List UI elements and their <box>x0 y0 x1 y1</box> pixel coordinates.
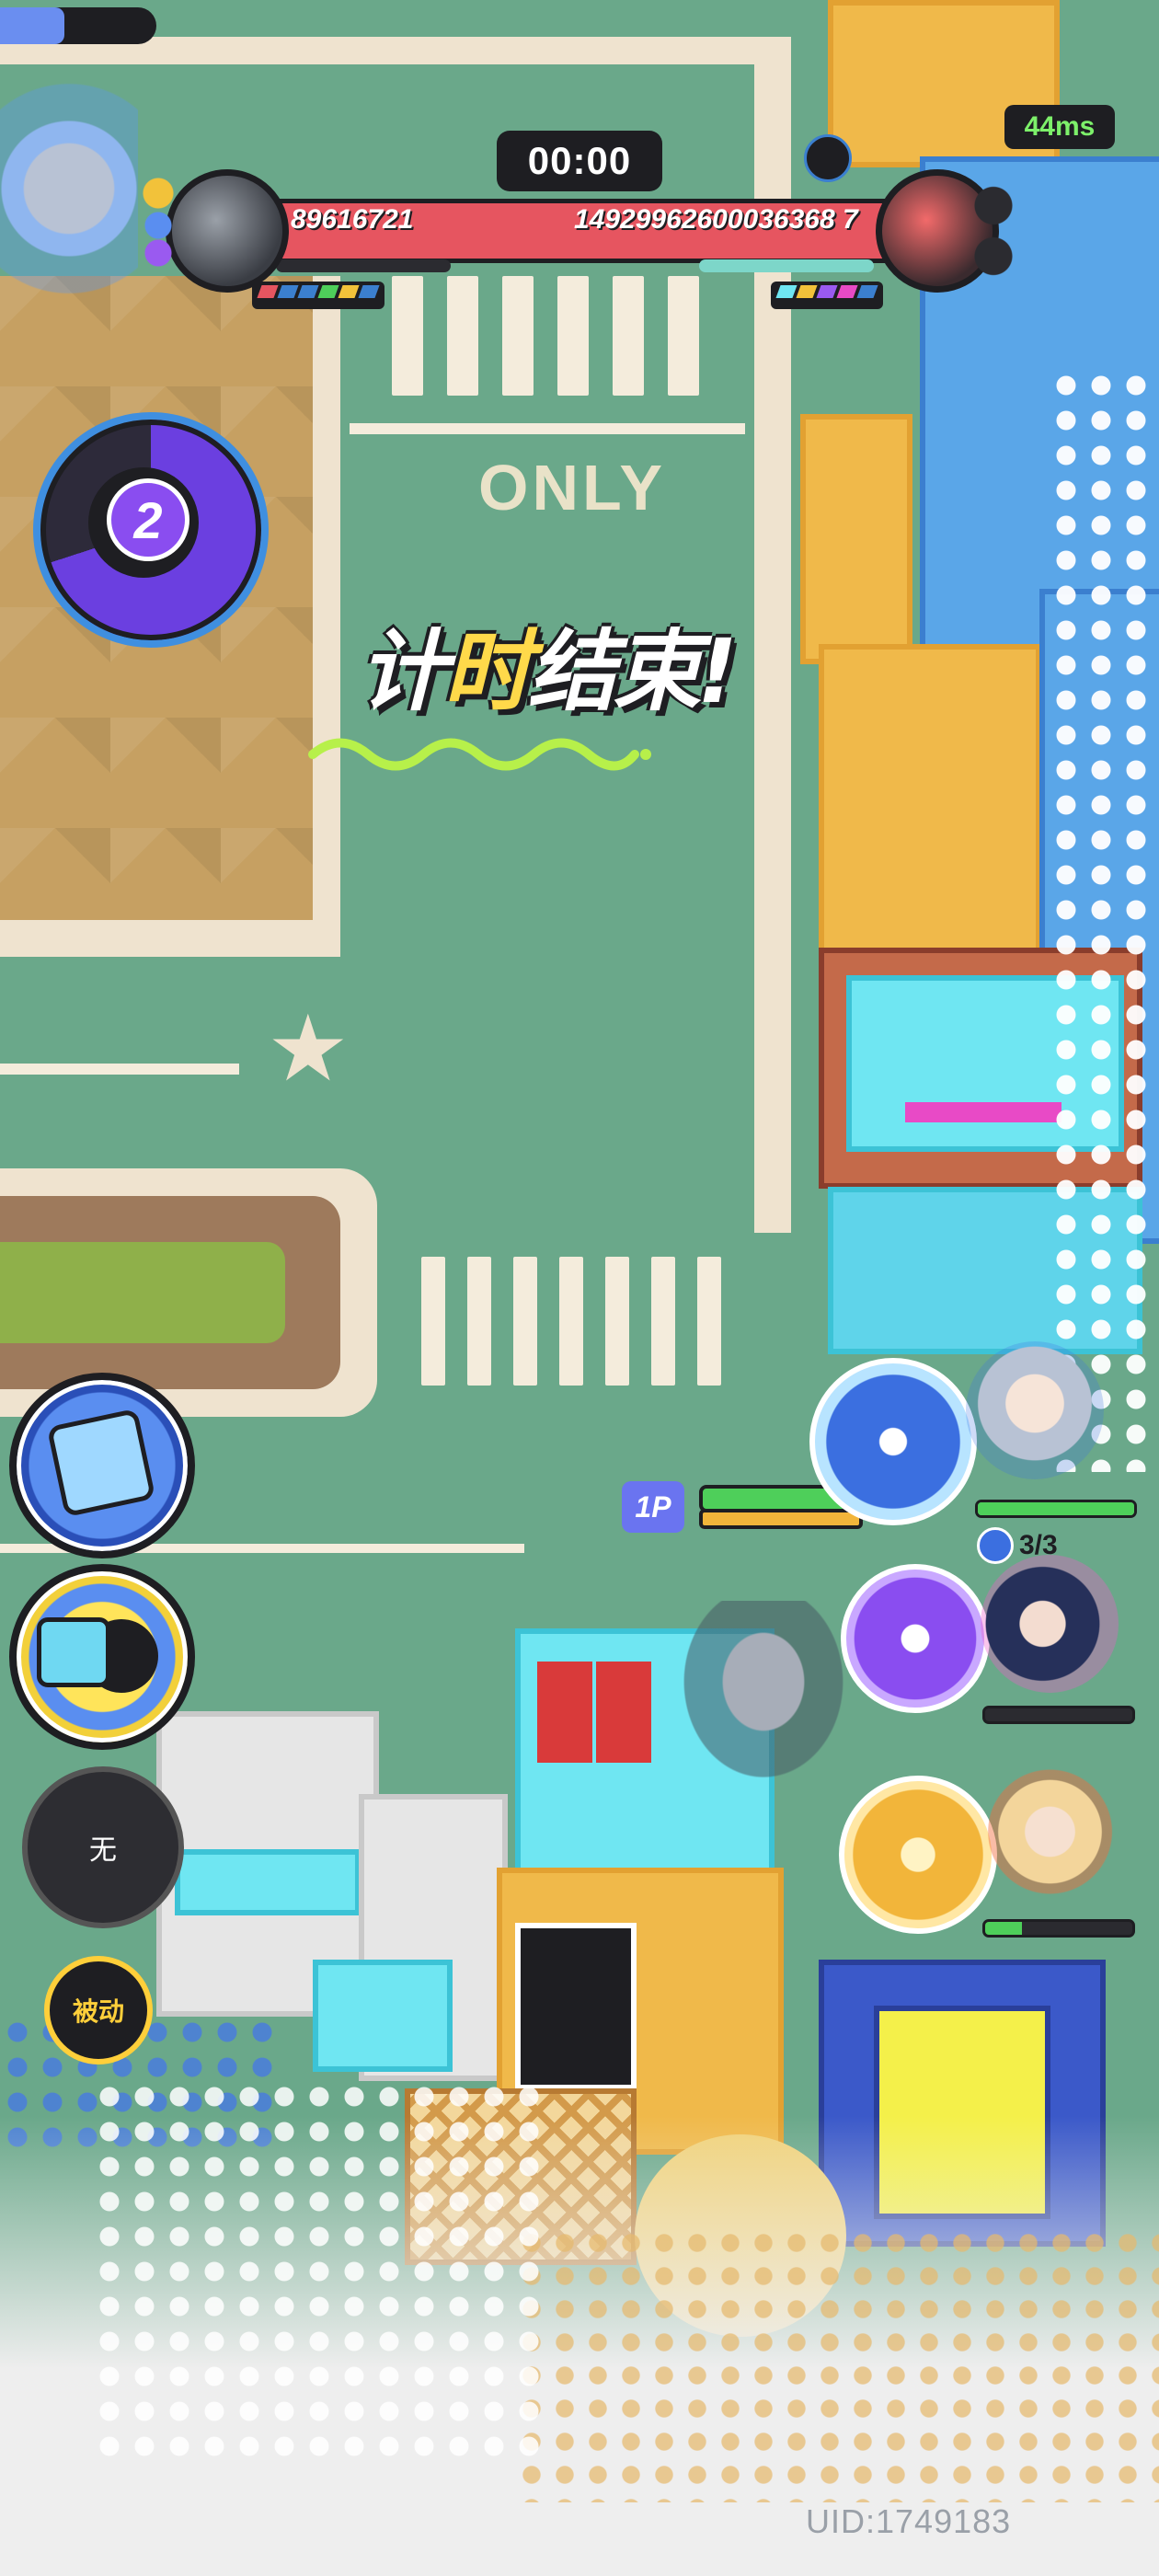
crosswalk-stripe <box>392 276 423 396</box>
clover-icon <box>138 175 178 267</box>
building <box>313 1960 453 2072</box>
teammate-3-portrait <box>988 1763 1126 1901</box>
crosswalk-stripe <box>513 1257 537 1386</box>
dot-overlay <box>1049 368 1159 1472</box>
red-door <box>596 1662 651 1763</box>
curb <box>313 276 340 957</box>
network-ping: 44ms <box>1004 105 1115 149</box>
left-team-score: 89616721 <box>291 204 414 235</box>
teammate-3-hp-bar <box>982 1919 1135 1938</box>
crosswalk-stripe <box>447 276 478 396</box>
left-team-avatar <box>166 169 289 293</box>
right-team-color-chips <box>771 282 883 309</box>
lane-line <box>0 1064 239 1075</box>
right-team-score: 14929962600036368 7 <box>574 204 858 235</box>
player-energy-bar <box>699 1509 863 1529</box>
player-tag: 1P <box>622 1481 684 1533</box>
crosswalk-stripe <box>467 1257 491 1386</box>
skill-button-empty[interactable]: 无 <box>22 1766 184 1928</box>
banner-squiggle <box>308 738 651 771</box>
teammate-2-hp-bar <box>982 1706 1135 1724</box>
user-id: UID:1749183 <box>806 2502 1012 2540</box>
banner-char: 计 <box>359 620 447 723</box>
crosswalk-stripe <box>502 276 534 396</box>
building-window <box>515 1923 637 2090</box>
gear-icon <box>966 180 1021 282</box>
crosswalk-stripe <box>697 1257 721 1386</box>
spawn-marker-icon <box>804 134 852 182</box>
stop-line <box>350 423 745 434</box>
crosswalk-stripe <box>651 1257 675 1386</box>
road-marking-text: ONLY <box>478 452 667 523</box>
teammate-1-portrait <box>966 1341 1104 1479</box>
building <box>175 1849 361 1915</box>
banner-char: 结束! <box>528 620 738 723</box>
crosswalk-stripe <box>557 276 589 396</box>
star-marking: ★ <box>267 997 350 1100</box>
curb <box>0 920 340 957</box>
teammate-3-skill-orb[interactable] <box>839 1776 997 1934</box>
crosswalk-stripe <box>613 276 644 396</box>
dot-overlay <box>515 2226 1159 2502</box>
building-stripe <box>905 1102 1061 1122</box>
crosswalk-stripe <box>559 1257 583 1386</box>
ice-cube-icon <box>46 1408 156 1518</box>
crosswalk-stripe <box>421 1257 445 1386</box>
right-energy-bar <box>699 259 874 272</box>
planter-grass <box>0 1242 285 1343</box>
top-left-exp-bar <box>0 7 156 44</box>
player-character <box>662 1601 846 1803</box>
teammate-1-hp-bar <box>975 1500 1137 1518</box>
passive-skill-button[interactable]: 被动 <box>44 1956 153 2064</box>
match-timer: 00:00 <box>497 131 662 191</box>
kill-counter-value: 2 <box>107 478 189 561</box>
crosswalk-stripe <box>668 276 699 396</box>
teammate-1-skill-orb[interactable] <box>809 1358 977 1525</box>
left-energy-bar <box>276 259 451 272</box>
time-up-banner: 计时结束! <box>359 600 837 723</box>
building <box>819 644 1041 959</box>
banner-char-highlight: 时 <box>443 620 532 723</box>
teammate-2-skill-orb[interactable] <box>841 1564 990 1713</box>
left-team-color-chips <box>252 282 384 309</box>
top-left-character <box>0 81 138 320</box>
tv-icon <box>37 1617 110 1687</box>
crosswalk-stripe <box>605 1257 629 1386</box>
dot-overlay <box>92 2079 552 2466</box>
ammo-icon <box>977 1527 1014 1564</box>
game-map: ONLY ★ <box>0 0 1159 2576</box>
red-door <box>537 1662 592 1763</box>
teammate-2-portrait <box>981 1555 1119 1693</box>
